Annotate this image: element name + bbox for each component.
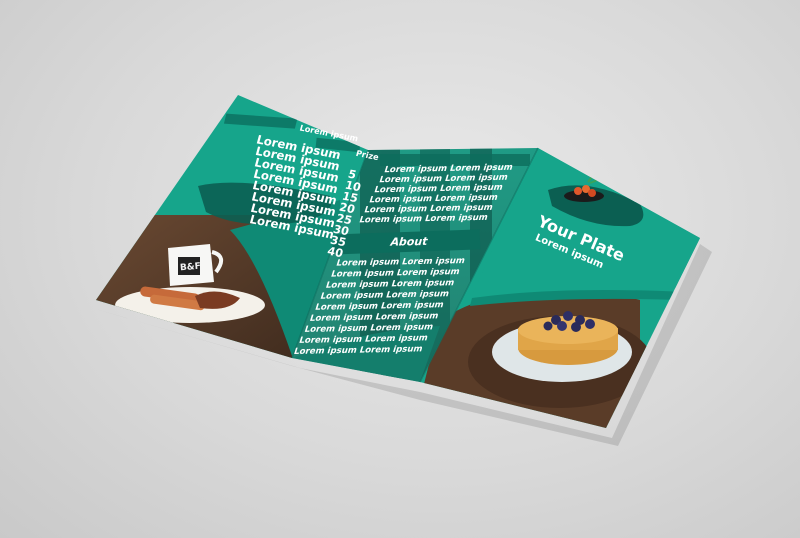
mug-logo-text: B&F xyxy=(180,262,202,274)
about-heading: About xyxy=(389,235,430,248)
brochure-photo: Lorem ipsum Prize Lorem ipsum Lorem ipsu… xyxy=(92,95,712,446)
